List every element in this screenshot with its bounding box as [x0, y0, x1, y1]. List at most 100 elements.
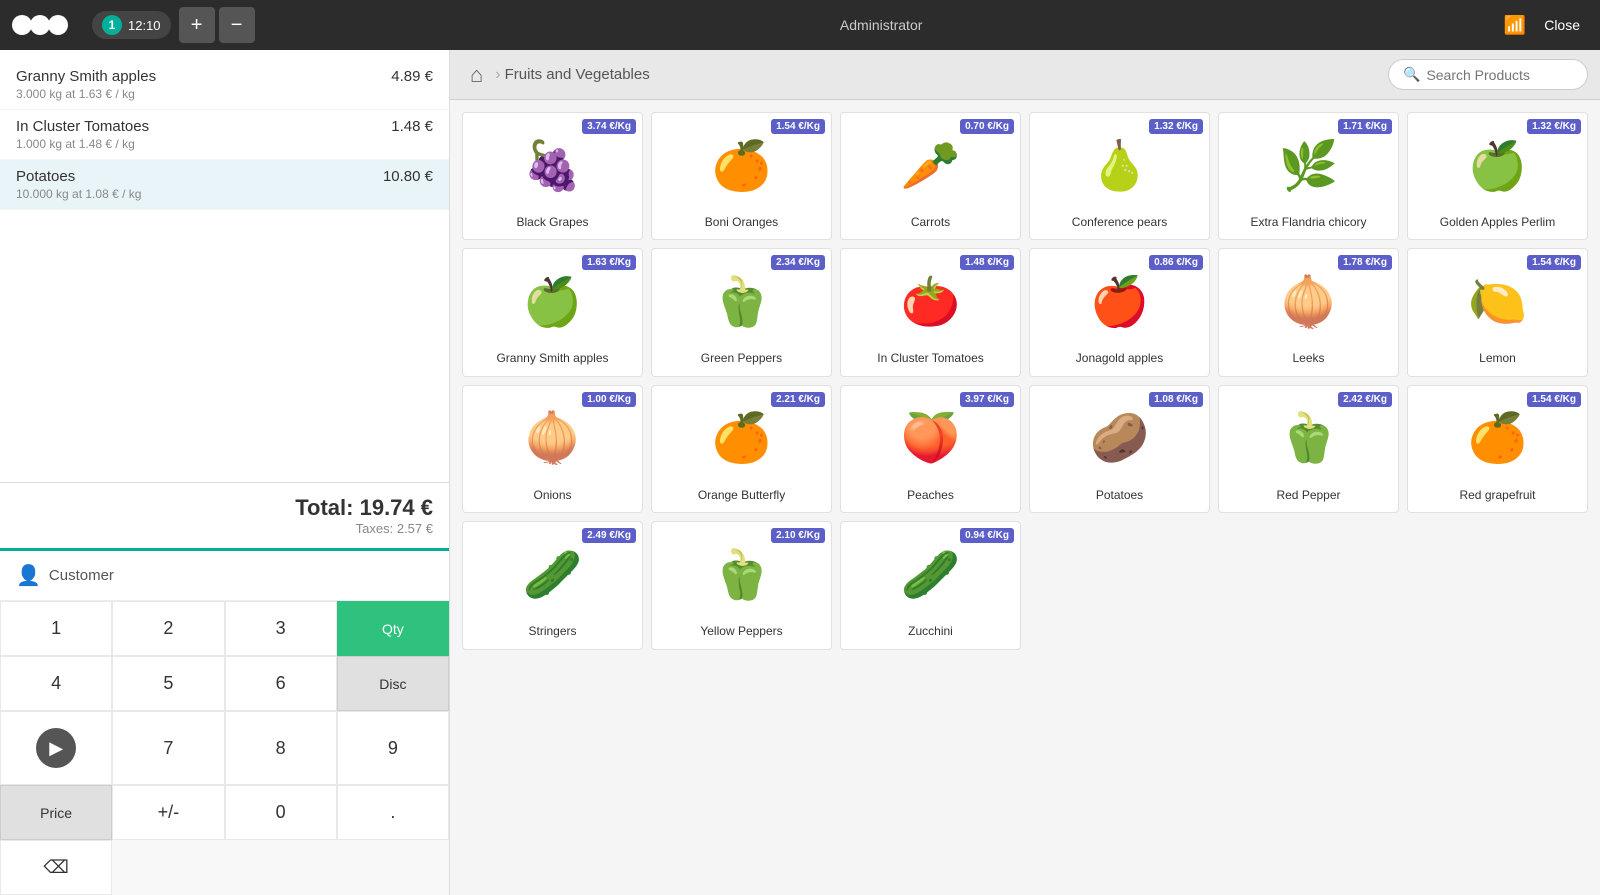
- order-number: 1: [102, 15, 122, 35]
- price-badge: 1.78 €/Kg: [1338, 255, 1392, 270]
- price-badge: 2.49 €/Kg: [582, 528, 636, 543]
- remove-order-button[interactable]: −: [219, 7, 255, 43]
- odoo-logo-svg: [12, 9, 72, 41]
- order-total: Total: 19.74 € Taxes: 2.57 €: [0, 482, 449, 548]
- product-name: Granny Smith apples: [490, 349, 614, 367]
- disc-button[interactable]: Disc: [337, 656, 449, 711]
- price-badge: 3.97 €/Kg: [960, 392, 1014, 407]
- key-4[interactable]: 4: [0, 656, 112, 711]
- product-name: Golden Apples Perlim: [1434, 213, 1561, 231]
- price-badge: 1.71 €/Kg: [1338, 119, 1392, 134]
- close-button[interactable]: Close: [1536, 13, 1588, 37]
- key-3[interactable]: 3: [225, 601, 337, 656]
- product-card[interactable]: 1.54 €/Kg 🍊 Boni Oranges: [651, 112, 832, 240]
- key-backspace[interactable]: ⌫: [0, 840, 112, 895]
- product-card[interactable]: 0.94 €/Kg 🥒 Zucchini: [840, 521, 1021, 649]
- order-line-details: 3.000 kg at 1.63 € / kg: [16, 87, 433, 101]
- product-card[interactable]: 1.32 €/Kg 🍐 Conference pears: [1029, 112, 1210, 240]
- product-grid: 3.74 €/Kg 🍇 Black Grapes 1.54 €/Kg 🍊 Bon…: [450, 100, 1600, 895]
- product-card[interactable]: 1.32 €/Kg 🍏 Golden Apples Perlim: [1407, 112, 1588, 240]
- key-7[interactable]: 7: [112, 711, 224, 785]
- product-name: Extra Flandria chicory: [1244, 213, 1372, 231]
- product-name: Red Pepper: [1270, 486, 1346, 504]
- price-badge: 1.32 €/Kg: [1527, 119, 1581, 134]
- price-badge: 1.08 €/Kg: [1149, 392, 1203, 407]
- customer-label: Customer: [49, 567, 114, 584]
- price-badge: 1.63 €/Kg: [582, 255, 636, 270]
- price-badge: 2.42 €/Kg: [1338, 392, 1392, 407]
- product-name: Jonagold apples: [1070, 349, 1169, 367]
- price-badge: 3.74 €/Kg: [582, 119, 636, 134]
- order-line[interactable]: In Cluster Tomatoes 1.48 € 1.000 kg at 1…: [0, 110, 449, 160]
- customer-icon: 👤: [16, 563, 41, 588]
- home-button[interactable]: ⌂: [462, 58, 491, 92]
- key-1[interactable]: 1: [0, 601, 112, 656]
- product-card[interactable]: 1.78 €/Kg 🧅 Leeks: [1218, 248, 1399, 376]
- product-card[interactable]: 1.08 €/Kg 🥔 Potatoes: [1029, 385, 1210, 513]
- odoo-logo: [12, 9, 72, 41]
- customer-button[interactable]: 👤 Customer: [0, 551, 160, 600]
- price-badge: 0.86 €/Kg: [1149, 255, 1203, 270]
- product-card[interactable]: 1.63 €/Kg 🍏 Granny Smith apples: [462, 248, 643, 376]
- key-0[interactable]: 0: [225, 785, 337, 840]
- product-card[interactable]: 3.97 €/Kg 🍑 Peaches: [840, 385, 1021, 513]
- order-time: 12:10: [128, 18, 161, 33]
- price-badge: 1.54 €/Kg: [1527, 255, 1581, 270]
- order-tab[interactable]: 1 12:10: [92, 11, 171, 39]
- breadcrumb-separator: ›: [495, 66, 500, 84]
- price-badge: 1.48 €/Kg: [960, 255, 1014, 270]
- wifi-icon: 📶: [1504, 15, 1526, 36]
- product-card[interactable]: 2.10 €/Kg 🫑 Yellow Peppers: [651, 521, 832, 649]
- payment-circle-button[interactable]: ▶: [0, 711, 112, 785]
- numpad: 👤 Customer 1 2 3 Qty 4 5 6 Disc ▶ 7: [0, 548, 449, 895]
- product-card[interactable]: 1.54 €/Kg 🍊 Red grapefruit: [1407, 385, 1588, 513]
- product-card[interactable]: 0.86 €/Kg 🍎 Jonagold apples: [1029, 248, 1210, 376]
- key-2[interactable]: 2: [112, 601, 224, 656]
- product-card[interactable]: 1.54 €/Kg 🍋 Lemon: [1407, 248, 1588, 376]
- price-button[interactable]: Price: [0, 785, 112, 840]
- order-line[interactable]: Potatoes 10.80 € 10.000 kg at 1.08 € / k…: [0, 160, 449, 210]
- product-name: Yellow Peppers: [694, 622, 788, 640]
- product-card[interactable]: 2.21 €/Kg 🍊 Orange Butterfly: [651, 385, 832, 513]
- product-name: Boni Oranges: [699, 213, 784, 231]
- order-line[interactable]: Granny Smith apples 4.89 € 3.000 kg at 1…: [0, 60, 449, 110]
- left-panel: Granny Smith apples 4.89 € 3.000 kg at 1…: [0, 50, 450, 895]
- search-icon: 🔍: [1403, 66, 1420, 83]
- product-card[interactable]: 3.74 €/Kg 🍇 Black Grapes: [462, 112, 643, 240]
- price-badge: 1.32 €/Kg: [1149, 119, 1203, 134]
- order-lines: Granny Smith apples 4.89 € 3.000 kg at 1…: [0, 50, 449, 482]
- price-badge: 1.54 €/Kg: [771, 119, 825, 134]
- key-6[interactable]: 6: [225, 656, 337, 711]
- product-name: Lemon: [1473, 349, 1522, 367]
- product-card[interactable]: 1.00 €/Kg 🧅 Onions: [462, 385, 643, 513]
- product-card[interactable]: 2.34 €/Kg 🫑 Green Peppers: [651, 248, 832, 376]
- add-order-button[interactable]: +: [179, 7, 215, 43]
- breadcrumb-category: Fruits and Vegetables: [505, 66, 650, 83]
- order-line-details: 10.000 kg at 1.08 € / kg: [16, 187, 433, 201]
- key-9[interactable]: 9: [337, 711, 449, 785]
- product-card[interactable]: 2.49 €/Kg 🥒 Stringers: [462, 521, 643, 649]
- search-input[interactable]: [1426, 67, 1566, 83]
- price-badge: 0.70 €/Kg: [960, 119, 1014, 134]
- product-name: In Cluster Tomatoes: [871, 349, 990, 367]
- key-dot[interactable]: .: [337, 785, 449, 840]
- key-5[interactable]: 5: [112, 656, 224, 711]
- order-line-price: 4.89 €: [391, 68, 433, 85]
- product-card[interactable]: 0.70 €/Kg 🥕 Carrots: [840, 112, 1021, 240]
- product-card[interactable]: 1.71 €/Kg 🌿 Extra Flandria chicory: [1218, 112, 1399, 240]
- order-line-name: In Cluster Tomatoes: [16, 118, 149, 135]
- product-card[interactable]: 1.48 €/Kg 🍅 In Cluster Tomatoes: [840, 248, 1021, 376]
- admin-name: Administrator: [259, 17, 1504, 33]
- price-badge: 1.00 €/Kg: [582, 392, 636, 407]
- product-card[interactable]: 2.42 €/Kg 🫑 Red Pepper: [1218, 385, 1399, 513]
- product-name: Black Grapes: [510, 213, 594, 231]
- numpad-top: 👤 Customer: [0, 551, 449, 601]
- main-layout: Granny Smith apples 4.89 € 3.000 kg at 1…: [0, 50, 1600, 895]
- key-plusminus[interactable]: +/-: [112, 785, 224, 840]
- order-line-name: Potatoes: [16, 168, 75, 185]
- product-name: Conference pears: [1066, 213, 1173, 231]
- order-line-price: 10.80 €: [383, 168, 433, 185]
- key-8[interactable]: 8: [225, 711, 337, 785]
- qty-button[interactable]: Qty: [337, 601, 449, 656]
- product-name: Peaches: [901, 486, 960, 504]
